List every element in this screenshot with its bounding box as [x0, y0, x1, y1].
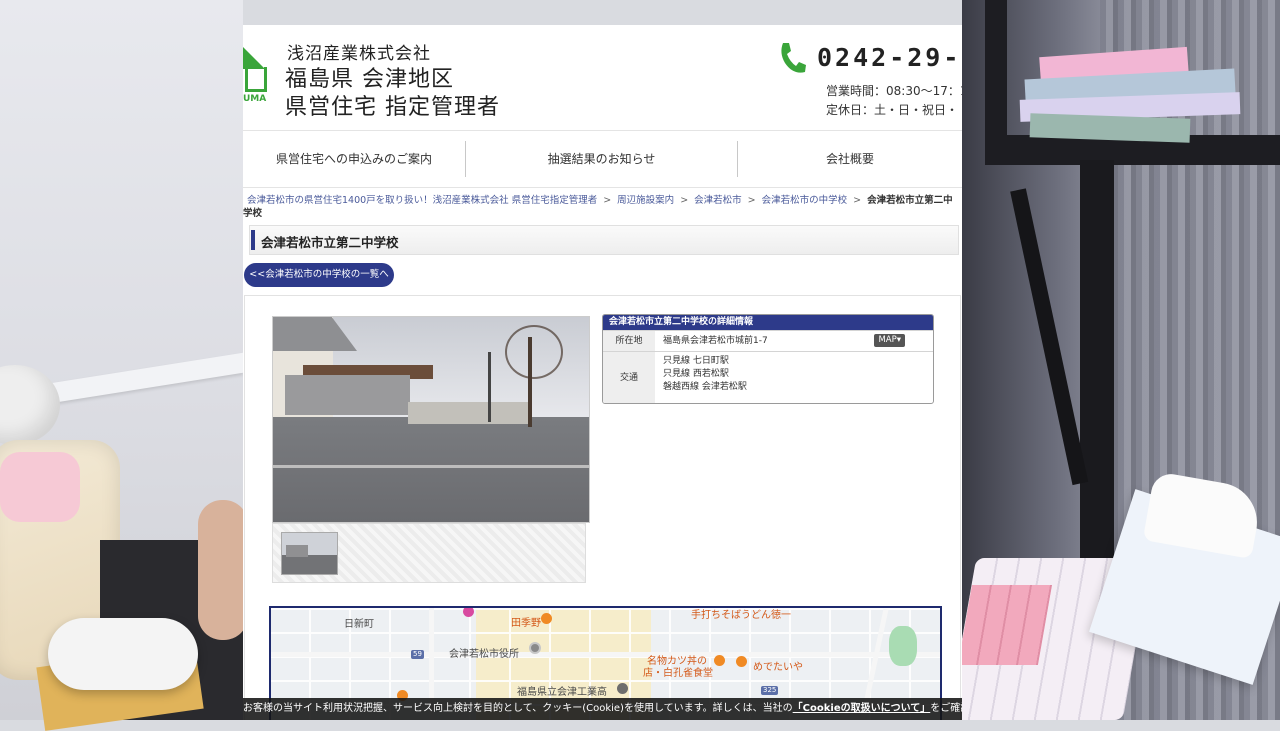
nav-item-lottery[interactable]: 抽選結果のお知らせ [466, 131, 737, 187]
keyboard-keys [957, 585, 1053, 665]
photo-wall [408, 402, 528, 424]
breadcrumb: 会津若松市の県営住宅1400戸を取り扱い！浅沼産業株式会社 県営住宅指定管理者 >… [243, 194, 958, 220]
back-to-list-button[interactable]: <<会津若松市の中学校の一覧へ [244, 263, 394, 287]
thumb-shed [286, 545, 308, 557]
map-label-medetai: めでたいや [753, 662, 803, 673]
transit-line: 只見線 西若松駅 [663, 369, 729, 379]
logo-roof [243, 47, 265, 69]
holidays: 定休日：土・日・祝日・ [826, 103, 959, 117]
restaurant-pin-icon[interactable] [736, 656, 747, 667]
breadcrumb-separator: > [680, 195, 689, 206]
map-label-city-hall: 会津若松市役所 [449, 649, 519, 660]
photo-ground [273, 417, 589, 522]
route-shield: 325 [761, 686, 779, 695]
breadcrumb-separator: > [747, 195, 756, 206]
facility-detail: 会津若松市立第二中学校の詳細情報 所在地 福島県会津若松市城前1-7 MAP▾ … [244, 295, 961, 720]
map-label-katsu2: 店・白孔雀食堂 [643, 668, 713, 679]
photo-shed [285, 375, 410, 415]
transit-values: 只見線 七日町駅 只見線 西若松駅 磐越西線 会津若松駅 [663, 355, 747, 394]
web-page: UMA 浅沼産業株式会社 福島県 会津地区 県営住宅 指定管理者 0242-29… [243, 25, 962, 720]
school-pin-icon[interactable] [617, 683, 628, 694]
transit-row: 交通 只見線 七日町駅 只見線 西若松駅 磐越西線 会津若松駅 [603, 351, 933, 403]
logo-text: UMA [243, 94, 267, 104]
address-value: 福島県会津若松市城前1-7 [663, 336, 768, 346]
map-park [889, 626, 917, 666]
breadcrumb-separator: > [603, 195, 612, 206]
transit-label: 交通 [603, 352, 655, 403]
breadcrumb-home[interactable]: 会津若松市の県営住宅1400戸を取り扱い！浅沼産業株式会社 県営住宅指定管理者 [247, 195, 597, 206]
photo-thumbnails [272, 523, 586, 583]
phone-icon [781, 43, 806, 73]
details-table: 会津若松市立第二中学校の詳細情報 所在地 福島県会津若松市城前1-7 MAP▾ … [602, 314, 934, 404]
restaurant-pin-icon[interactable] [541, 613, 552, 624]
site-title-line2: 県営住宅 指定管理者 [285, 95, 500, 120]
photo-pole [488, 352, 491, 422]
map-label-noodles: 手打ちそばうどん徳一 [691, 610, 791, 621]
nav-item-application[interactable]: 県営住宅への申込みのご案内 [243, 131, 465, 187]
breadcrumb-separator: > [853, 195, 862, 206]
logo-wall [245, 67, 267, 92]
nav-item-company[interactable]: 会社概要 [738, 131, 962, 187]
cookie-banner: お客様の当サイト利用状況把握、サービス向上検討を目的として、クッキー(Cooki… [243, 698, 962, 720]
site-header: UMA 浅沼産業株式会社 福島県 会津地区 県営住宅 指定管理者 0242-29… [243, 25, 962, 130]
breadcrumb-city[interactable]: 会津若松市 [694, 195, 742, 206]
map-label-hinshin: 日新町 [344, 619, 374, 630]
bag-contents [0, 452, 80, 522]
address-label: 所在地 [603, 331, 655, 351]
transit-line: 磐越西線 会津若松駅 [663, 382, 747, 392]
address-row: 所在地 福島県会津若松市城前1-7 MAP▾ [603, 330, 933, 351]
map-label-school: 福島県立会津工業高 [517, 687, 607, 698]
cookie-text: お客様の当サイト利用状況把握、サービス向上検討を目的として、クッキー(Cooki… [243, 703, 793, 714]
breadcrumb-junior-high[interactable]: 会津若松市の中学校 [762, 195, 848, 206]
transit-line: 只見線 七日町駅 [663, 356, 729, 366]
title-accent-bar [251, 230, 255, 250]
logo-house-icon[interactable]: UMA [243, 47, 267, 109]
restaurant-pin-icon[interactable] [714, 655, 725, 666]
thumb-ground [282, 555, 337, 574]
page-title: 会津若松市立第二中学校 [261, 235, 399, 250]
map-button[interactable]: MAP▾ [874, 334, 905, 347]
global-nav: 県営住宅への申込みのご案内 抽選結果のお知らせ 会社概要 [243, 130, 962, 188]
breadcrumb-facilities[interactable]: 周辺施設案内 [617, 195, 674, 206]
game-controller [48, 618, 198, 690]
cookie-policy-link[interactable]: 「Cookieの取扱いについて」 [793, 703, 931, 714]
photo-thumbnail[interactable] [281, 532, 338, 575]
photo-road-line [273, 465, 589, 468]
map-pin-icon[interactable] [463, 608, 474, 617]
map-main-road [271, 652, 940, 657]
business-hours: 営業時間：08:30～17：1 [826, 84, 962, 98]
hand [198, 500, 248, 640]
details-heading: 会津若松市立第二中学校の詳細情報 [603, 315, 933, 330]
page-title-box: 会津若松市立第二中学校 [249, 225, 959, 255]
photo-tree-crown [505, 325, 563, 379]
map-label-taki: 田季野 [511, 618, 541, 629]
facility-photo[interactable] [272, 316, 590, 523]
phone-number[interactable]: 0242-29-5 [817, 43, 962, 72]
city-hall-pin-icon[interactable] [529, 642, 541, 654]
route-shield: 59 [411, 650, 424, 659]
cookie-text-end: をご確認ください。 [930, 703, 962, 714]
